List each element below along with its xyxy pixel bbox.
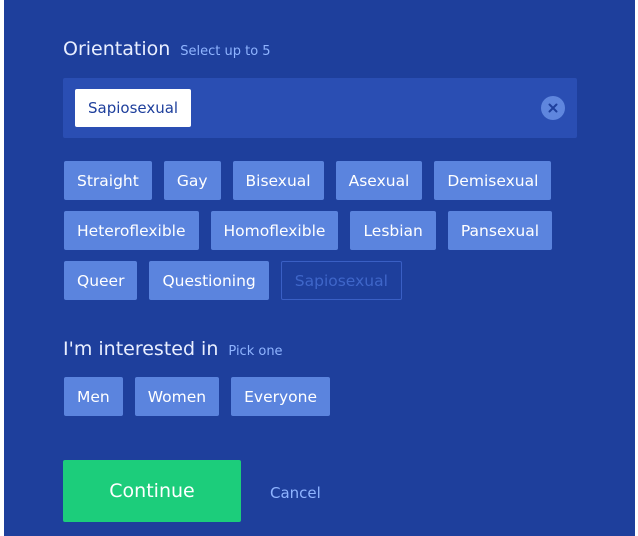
close-icon — [548, 103, 558, 113]
chip-homoflexible[interactable]: Homoflexible — [210, 211, 339, 250]
chip-asexual[interactable]: Asexual — [335, 161, 423, 200]
chip-men[interactable]: Men — [64, 377, 123, 416]
orientation-header: Orientation Select up to 5 — [63, 38, 271, 60]
interest-title: I'm interested in — [63, 338, 219, 360]
continue-button[interactable]: Continue — [63, 460, 241, 522]
chip-gay[interactable]: Gay — [163, 161, 221, 200]
orientation-options-row-2: Heteroflexible Homoflexible Lesbian Pans… — [64, 211, 553, 250]
chip-questioning[interactable]: Questioning — [149, 261, 269, 300]
chip-sapiosexual-selected[interactable]: Sapiosexual — [280, 261, 402, 300]
chip-pansexual[interactable]: Pansexual — [447, 211, 553, 250]
interest-hint: Pick one — [228, 344, 283, 359]
chip-lesbian[interactable]: Lesbian — [350, 211, 436, 250]
chip-heteroflexible[interactable]: Heteroflexible — [64, 211, 199, 250]
selected-chip-sapiosexual[interactable]: Sapiosexual — [75, 89, 192, 127]
chip-bisexual[interactable]: Bisexual — [232, 161, 324, 200]
chip-women[interactable]: Women — [134, 377, 220, 416]
orientation-options-row-3: Queer Questioning Sapiosexual — [64, 261, 402, 300]
chip-queer[interactable]: Queer — [64, 261, 138, 300]
chip-demisexual[interactable]: Demisexual — [434, 161, 552, 200]
interest-options-row: Men Women Everyone — [64, 377, 331, 416]
selected-orientations-box[interactable]: Sapiosexual — [63, 78, 577, 138]
chip-everyone[interactable]: Everyone — [231, 377, 331, 416]
orientation-panel: Orientation Select up to 5 Sapiosexual S… — [4, 0, 635, 536]
cancel-link[interactable]: Cancel — [270, 484, 321, 502]
clear-selection-button[interactable] — [541, 96, 565, 120]
chip-straight[interactable]: Straight — [64, 161, 152, 200]
orientation-title: Orientation — [63, 38, 171, 60]
interest-header: I'm interested in Pick one — [63, 338, 283, 360]
orientation-options-row-1: Straight Gay Bisexual Asexual Demisexual — [64, 161, 552, 200]
orientation-hint: Select up to 5 — [180, 44, 271, 59]
